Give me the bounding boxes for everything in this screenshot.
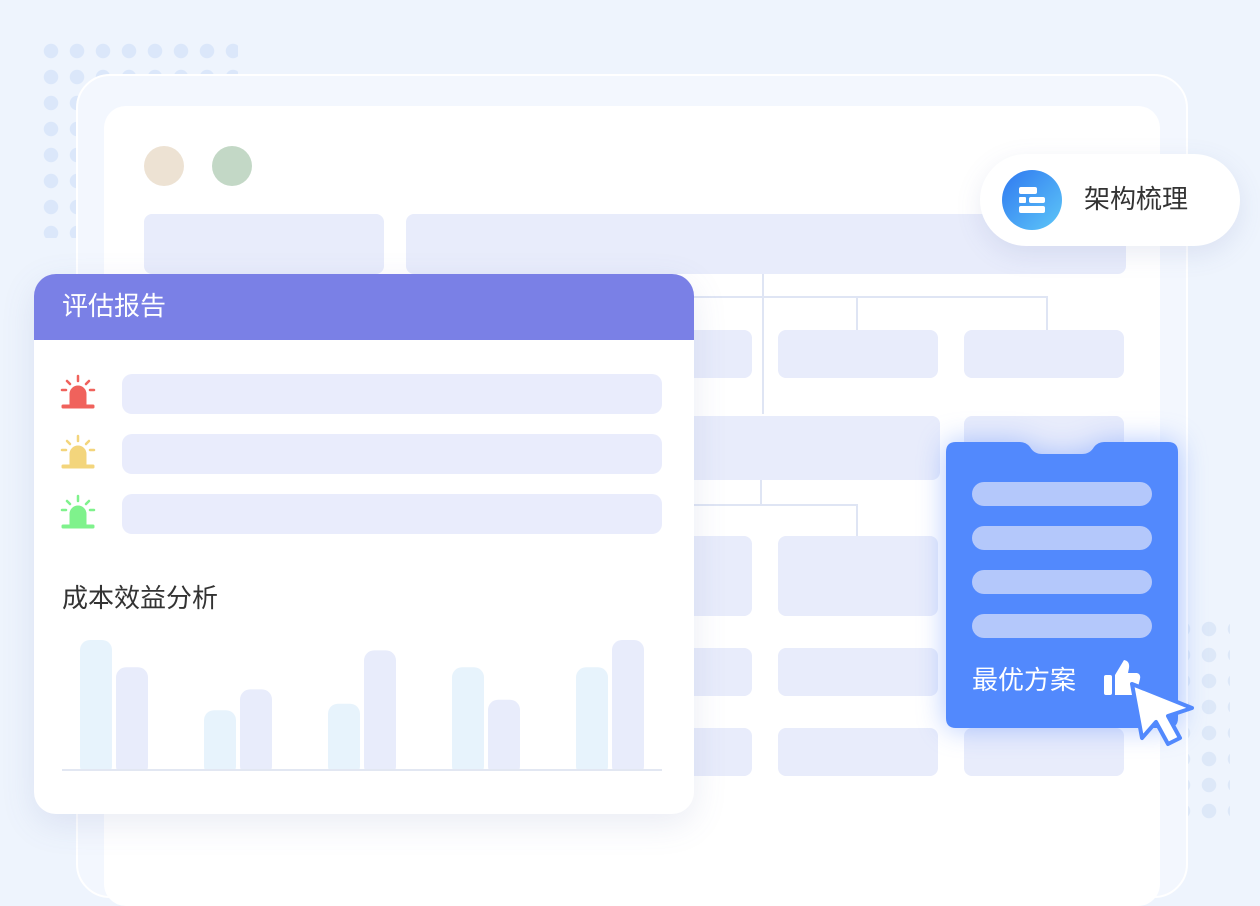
alarm-high-icon [60, 374, 96, 409]
chart-bar [452, 667, 484, 772]
pointer-cursor-icon [1130, 682, 1194, 746]
placeholder-block [778, 536, 938, 616]
placeholder-block [964, 728, 1124, 776]
placeholder-block [778, 648, 938, 696]
connector-line [762, 274, 764, 414]
chart-bar [364, 650, 396, 772]
plan-line [972, 526, 1152, 550]
chart-bar [328, 703, 360, 772]
placeholder-block [778, 728, 938, 776]
chart-bar [116, 667, 148, 772]
connector-line [856, 504, 858, 536]
chart-bar [80, 640, 112, 772]
chart-bar [240, 689, 272, 772]
alert-bar [122, 434, 662, 474]
alarm-low-icon [60, 494, 96, 529]
report-header: 评估报告 [34, 274, 694, 340]
connector-line [760, 480, 762, 506]
placeholder-block [778, 330, 938, 378]
chart-bar [612, 640, 644, 772]
connector-line [670, 296, 1048, 298]
connector-line [856, 296, 858, 330]
cost-benefit-chart [62, 640, 662, 772]
report-title: 评估报告 [62, 292, 167, 322]
cost-benefit-title: 成本效益分析 [62, 584, 219, 614]
connector-line [670, 504, 858, 506]
architecture-pill[interactable]: 架构梳理 [980, 154, 1240, 246]
chart-bar [488, 699, 520, 772]
alert-bar [122, 374, 662, 414]
placeholder-block [144, 214, 384, 274]
placeholder-block [664, 416, 940, 480]
best-plan-label: 最优方案 [972, 666, 1077, 696]
architecture-label: 架构梳理 [1084, 185, 1189, 215]
alert-bar [122, 494, 662, 534]
connector-line [1046, 296, 1048, 330]
evaluation-report-card: 评估报告 成本效益分析 [34, 274, 694, 814]
plan-line [972, 482, 1152, 506]
alarm-medium-icon [60, 434, 96, 469]
plan-line [972, 570, 1152, 594]
chart-bar [576, 667, 608, 772]
structure-icon [1002, 170, 1062, 230]
window-dot[interactable] [212, 146, 252, 186]
window-dot[interactable] [144, 146, 184, 186]
chart-bar [204, 710, 236, 772]
plan-line [972, 614, 1152, 638]
placeholder-block [964, 330, 1124, 378]
